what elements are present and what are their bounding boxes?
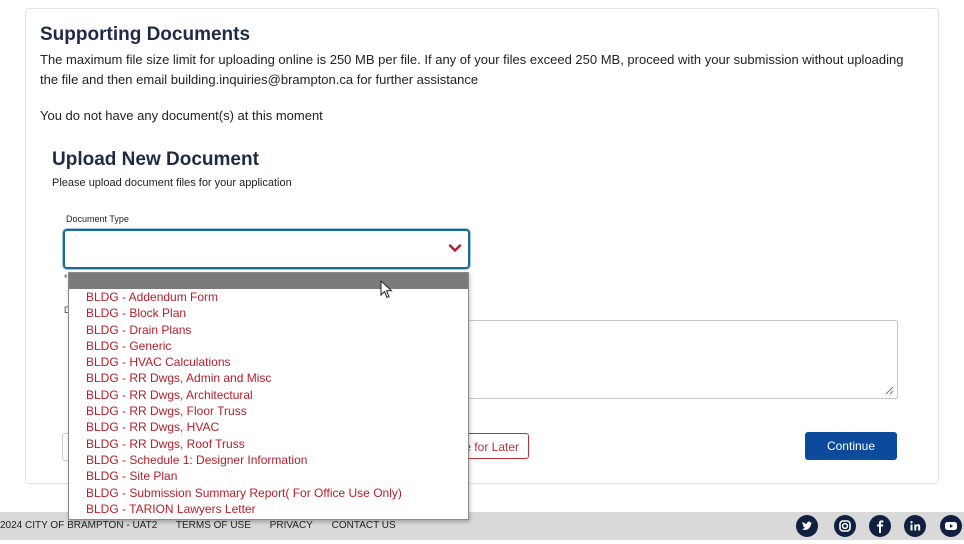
dropdown-option-empty-highlighted[interactable]: [69, 273, 468, 289]
copyright-text: 2024 CITY OF BRAMPTON - UAT2: [0, 520, 158, 531]
upload-instructions: Please upload document files for your ap…: [52, 177, 292, 189]
supporting-documents-title: Supporting Documents: [40, 24, 251, 45]
dropdown-option[interactable]: BLDG - TARION Lawyers Letter: [86, 501, 468, 517]
required-marker: *: [64, 273, 68, 283]
instagram-icon[interactable]: [834, 515, 856, 537]
twitter-icon[interactable]: [796, 515, 818, 537]
terms-of-use-link[interactable]: TERMS OF USE: [176, 520, 251, 531]
dropdown-option[interactable]: BLDG - Addendum Form: [86, 289, 468, 305]
dropdown-option[interactable]: BLDG - RR Dwgs, Architectural: [86, 387, 468, 403]
dropdown-option[interactable]: BLDG - RR Dwgs, HVAC: [86, 419, 468, 435]
dropdown-option[interactable]: BLDG - RR Dwgs, Admin and Misc: [86, 370, 468, 386]
upload-new-document-title: Upload New Document: [52, 149, 259, 170]
description-textarea[interactable]: [456, 320, 898, 399]
resize-grip-icon[interactable]: [884, 385, 894, 395]
document-type-select[interactable]: [63, 229, 470, 269]
dropdown-option[interactable]: BLDG - Generic: [86, 338, 468, 354]
document-type-dropdown-list[interactable]: BLDG - Addendum Form BLDG - Block Plan B…: [68, 272, 469, 520]
dropdown-option[interactable]: BLDG - Submission Summary Report( For Of…: [86, 485, 468, 501]
dropdown-option[interactable]: BLDG - RR Dwgs, Roof Truss: [86, 436, 468, 452]
document-type-label: Document Type: [66, 214, 129, 224]
contact-us-link[interactable]: CONTACT US: [332, 520, 396, 531]
facebook-icon[interactable]: [869, 515, 891, 537]
dropdown-option[interactable]: BLDG - Block Plan: [86, 305, 468, 321]
dropdown-option[interactable]: BLDG - Schedule 1: Designer Information: [86, 452, 468, 468]
dropdown-option[interactable]: BLDG - Site Plan: [86, 468, 468, 484]
chevron-down-icon: [448, 244, 462, 253]
dropdown-option[interactable]: BLDG - HVAC Calculations: [86, 354, 468, 370]
file-size-notice: The maximum file size limit for uploadin…: [40, 52, 904, 87]
youtube-icon[interactable]: [940, 515, 962, 537]
dropdown-option[interactable]: BLDG - Drain Plans: [86, 322, 468, 338]
mouse-pointer-icon: [380, 280, 393, 299]
linkedin-icon[interactable]: [904, 515, 926, 537]
privacy-link[interactable]: PRIVACY: [270, 520, 313, 531]
no-documents-message: You do not have any document(s) at this …: [40, 108, 323, 123]
dropdown-option[interactable]: BLDG - RR Dwgs, Floor Truss: [86, 403, 468, 419]
continue-button[interactable]: Continue: [805, 432, 897, 460]
